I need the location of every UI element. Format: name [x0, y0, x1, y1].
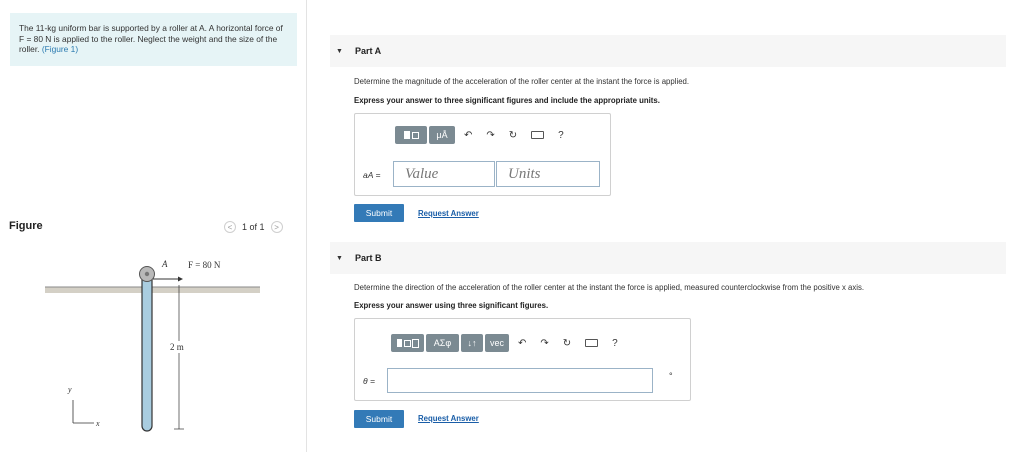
undo-icon[interactable]: ↶ [464, 130, 472, 141]
collapse-triangle-icon[interactable]: ▼ [336, 255, 343, 262]
part-a-title: Part A [354, 46, 382, 56]
template-button[interactable] [395, 126, 427, 144]
reset-icon[interactable]: ↻ [509, 130, 517, 141]
arrows-button[interactable]: ↓↑ [461, 334, 483, 352]
part-b-submit-button[interactable]: Submit [354, 410, 404, 428]
part-b-title: Part B [354, 253, 382, 263]
left-panel: The 11-kg uniform bar is supported by a … [0, 0, 307, 452]
prev-figure-button[interactable]: < [224, 221, 236, 233]
keyboard-icon[interactable] [531, 131, 545, 139]
problem-statement: The 11-kg uniform bar is supported by a … [10, 13, 297, 66]
part-b-answer-box: ΑΣφ ↓↑ vec ↶ ↷ ↻ ? θ = ° [354, 318, 691, 401]
value-input[interactable]: Value [393, 161, 495, 187]
help-icon[interactable]: ? [612, 338, 618, 349]
collapse-triangle-icon[interactable]: ▼ [336, 48, 343, 55]
redo-icon[interactable]: ↷ [486, 130, 494, 141]
part-b-question: Determine the direction of the accelerat… [354, 283, 865, 292]
part-b-instruction: Express your answer using three signific… [354, 301, 549, 310]
figure-pager: < 1 of 1 > [224, 221, 283, 233]
part-a-answer-box: μÅ ↶ ↷ ↻ ? aA = Value Units [354, 113, 611, 196]
redo-icon[interactable]: ↷ [540, 338, 548, 349]
part-b-variable-label: θ = [363, 376, 375, 386]
label-x: x [95, 419, 100, 428]
undo-icon[interactable]: ↶ [518, 338, 526, 349]
vec-button[interactable]: vec [485, 334, 509, 352]
part-b-header[interactable]: ▼ Part B [330, 242, 1006, 274]
figure-title: Figure [9, 220, 43, 232]
uniform-bar [141, 268, 153, 432]
template-button[interactable] [391, 334, 424, 352]
part-b-request-answer-link[interactable]: Request Answer [418, 414, 479, 423]
part-a-request-answer-link[interactable]: Request Answer [418, 209, 479, 218]
label-length: 2 m [170, 342, 184, 352]
reset-icon[interactable]: ↻ [563, 338, 571, 349]
theta-input[interactable] [387, 368, 653, 393]
units-button[interactable]: μÅ [429, 126, 455, 144]
part-a-variable-label: aA = [363, 170, 381, 180]
greek-button[interactable]: ΑΣφ [426, 334, 459, 352]
label-force: F = 80 N [188, 260, 221, 270]
keyboard-icon[interactable] [585, 339, 599, 347]
units-input[interactable]: Units [496, 161, 600, 187]
part-a-toolbar: μÅ ↶ ↷ ↻ ? [395, 126, 571, 144]
next-figure-button[interactable]: > [270, 221, 283, 233]
bar-figure: A F = 80 N 2 m y x [45, 259, 260, 432]
label-y: y [67, 385, 72, 394]
part-a-question: Determine the magnitude of the accelerat… [354, 77, 690, 86]
part-a-instruction: Express your answer to three significant… [354, 96, 660, 105]
figure-link[interactable]: (Figure 1) [42, 44, 78, 54]
help-icon[interactable]: ? [558, 130, 564, 141]
label-A: A [161, 259, 168, 269]
pager-count: 1 of 1 [242, 222, 265, 232]
part-a-header[interactable]: ▼ Part A [330, 35, 1006, 67]
part-b-toolbar: ΑΣφ ↓↑ vec ↶ ↷ ↻ ? [391, 334, 625, 352]
degree-unit: ° [669, 371, 673, 381]
part-a-submit-button[interactable]: Submit [354, 204, 404, 222]
